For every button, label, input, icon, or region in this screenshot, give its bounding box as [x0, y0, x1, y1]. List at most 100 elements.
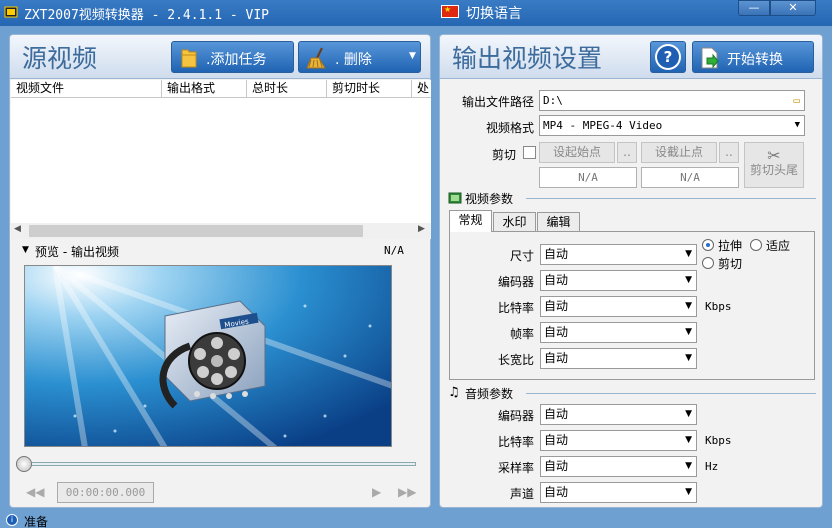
crop-radio-label: 剪切: [718, 257, 743, 271]
cut-head-tail-label: 剪切头尾: [749, 163, 798, 177]
fit-radio-label: 适应: [766, 239, 791, 253]
cut-label: 剪切: [492, 148, 517, 162]
audio-encoder-select[interactable]: 自动 ▼: [540, 404, 697, 425]
chevron-down-icon: ▼: [685, 487, 692, 497]
set-end-button[interactable]: 设截止点: [641, 142, 717, 163]
tab-watermark[interactable]: 水印: [493, 212, 536, 232]
crop-radio[interactable]: [702, 257, 714, 269]
chevron-down-icon: ▼: [685, 301, 692, 311]
video-bitrate-unit: Kbps: [705, 300, 732, 313]
stretch-radio-label: 拉伸: [718, 239, 743, 253]
folder-icon[interactable]: ▭: [793, 91, 800, 110]
video-param-label: 尺寸: [509, 249, 534, 263]
title-bar: ZXT2007视频转换器 - 2.4.1.1 - VIP 切换语言 — ✕: [0, 0, 832, 26]
horizontal-scrollbar[interactable]: ◀ ▶: [11, 223, 431, 239]
preview-value: N/A: [384, 244, 404, 257]
cut-checkbox[interactable]: [523, 146, 536, 159]
film-icon: [448, 192, 462, 204]
chevron-down-icon: ▼: [685, 409, 692, 419]
source-panel-title: 源视频: [22, 44, 98, 73]
column-header[interactable]: 剪切时长: [327, 80, 412, 98]
status-bar: i 准备: [0, 512, 832, 528]
output-settings-panel: 输出视频设置 ? 开始转换 输出文件路径 D:\ ▭ 视频格式 MP4 - MP…: [439, 34, 823, 508]
size-value: 自动: [544, 247, 569, 261]
start-more-button[interactable]: ..: [617, 142, 637, 163]
video-param-label: 编码器: [497, 275, 534, 289]
fit-radio[interactable]: [750, 239, 762, 251]
output-path-label: 输出文件路径: [461, 95, 534, 109]
add-task-label: .添加任务: [206, 52, 267, 68]
collapse-icon[interactable]: ▼: [22, 245, 29, 255]
chevron-down-icon: ▼: [685, 327, 692, 337]
video-format-select[interactable]: MP4 - MPEG-4 Video ▼: [539, 115, 805, 136]
column-header[interactable]: 视频文件: [11, 80, 162, 98]
cut-head-tail-button[interactable]: ✂ 剪切头尾: [744, 142, 804, 188]
delete-button[interactable]: . 删除 ▼: [298, 41, 421, 73]
time-display: 00:00:00.000: [57, 482, 154, 503]
source-panel-header: 源视频 .添加任务 . 删除 ▼: [10, 35, 430, 79]
delete-label: . 删除: [335, 52, 372, 68]
chevron-down-icon: ▼: [685, 275, 692, 285]
scroll-right-icon[interactable]: ▶: [418, 224, 425, 234]
video-bitrate-value: 自动: [544, 299, 569, 313]
switch-language-button[interactable]: 切换语言: [466, 3, 522, 23]
audio-bitrate-select[interactable]: 自动 ▼: [540, 430, 697, 451]
cut-end-value: N/A: [641, 167, 739, 188]
stretch-radio[interactable]: [702, 239, 714, 251]
window-title: ZXT2007视频转换器 - 2.4.1.1 - VIP: [24, 8, 270, 23]
set-start-button[interactable]: 设起始点: [539, 142, 615, 163]
video-bitrate-select[interactable]: 自动 ▼: [540, 296, 697, 317]
size-select[interactable]: 自动 ▼: [540, 244, 697, 265]
help-icon: ?: [655, 44, 681, 70]
audio-param-label: 采样率: [497, 461, 534, 475]
audio-param-label: 声道: [509, 487, 534, 501]
play-icon[interactable]: ▶: [372, 485, 381, 499]
app-icon: [4, 6, 18, 18]
file-list[interactable]: [11, 98, 431, 223]
video-encoder-select[interactable]: 自动 ▼: [540, 270, 697, 291]
seek-slider-track[interactable]: [16, 462, 416, 466]
preview-image: Movies: [25, 266, 391, 446]
end-more-button[interactable]: ..: [719, 142, 739, 163]
tab-general[interactable]: 常规: [449, 210, 492, 232]
output-panel-header: 输出视频设置 ? 开始转换: [440, 35, 822, 79]
china-flag-icon[interactable]: [441, 5, 459, 18]
close-button[interactable]: ✕: [770, 0, 816, 16]
sample-rate-select[interactable]: 自动 ▼: [540, 456, 697, 477]
column-header[interactable]: 总时长: [247, 80, 327, 98]
help-button[interactable]: ?: [650, 41, 686, 73]
file-table-header: 视频文件 输出格式 总时长 剪切时长 处: [11, 80, 431, 98]
column-header[interactable]: 处: [412, 80, 431, 98]
sample-rate-value: 自动: [544, 459, 569, 473]
fast-forward-icon[interactable]: ▶▶: [398, 485, 416, 499]
scroll-left-icon[interactable]: ◀: [14, 224, 21, 234]
folder-icon: [181, 49, 197, 68]
start-convert-button[interactable]: 开始转换: [692, 41, 814, 73]
seek-slider-handle[interactable]: [16, 456, 32, 472]
rewind-icon[interactable]: ◀◀: [26, 485, 44, 499]
audio-bitrate-value: 自动: [544, 433, 569, 447]
audio-bitrate-unit: Kbps: [705, 434, 732, 447]
video-encoder-value: 自动: [544, 273, 569, 287]
broom-icon: [306, 47, 326, 69]
video-param-label: 长宽比: [497, 353, 534, 367]
output-path-field[interactable]: D:\ ▭: [539, 90, 805, 111]
video-params-title: 视频参数: [465, 192, 514, 206]
tab-edit[interactable]: 编辑: [537, 212, 580, 232]
info-icon: i: [6, 514, 18, 526]
scrollbar-thumb[interactable]: [29, 225, 363, 237]
chevron-down-icon[interactable]: ▼: [409, 51, 416, 61]
aspect-ratio-select[interactable]: 自动 ▼: [540, 348, 697, 369]
chevron-down-icon: ▼: [794, 120, 800, 130]
minimize-button[interactable]: —: [738, 0, 770, 16]
video-param-label: 比特率: [497, 301, 534, 315]
divider: [526, 393, 816, 394]
channels-select[interactable]: 自动 ▼: [540, 482, 697, 503]
frame-rate-select[interactable]: 自动 ▼: [540, 322, 697, 343]
video-format-value: MP4 - MPEG-4 Video: [543, 119, 663, 132]
video-format-label: 视频格式: [485, 121, 534, 135]
add-task-button[interactable]: .添加任务: [171, 41, 294, 73]
chevron-down-icon: ▼: [685, 461, 692, 471]
column-header[interactable]: 输出格式: [162, 80, 247, 98]
audio-param-label: 编码器: [497, 409, 534, 423]
